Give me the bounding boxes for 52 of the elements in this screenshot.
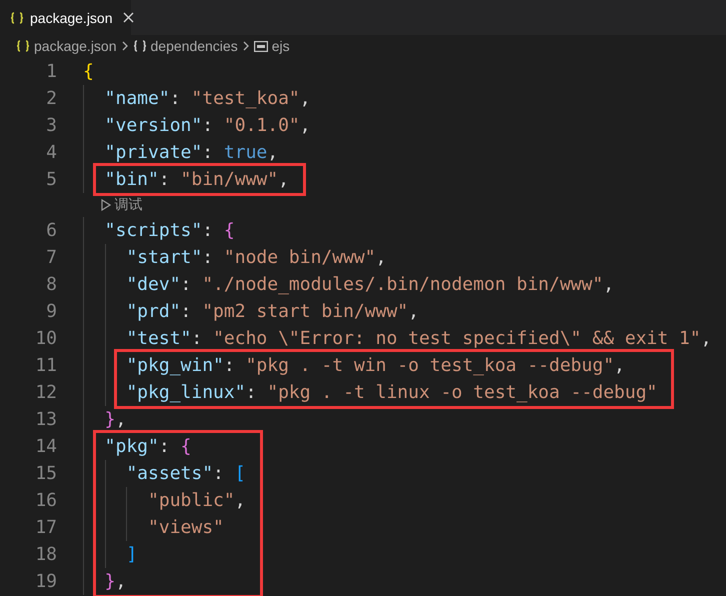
breadcrumb-item[interactable]: package.json: [34, 38, 117, 54]
braces-icon: [132, 40, 147, 52]
line-number: 11: [34, 354, 57, 378]
line-number: 3: [45, 114, 57, 138]
braces-icon: [16, 40, 30, 52]
chevron-icon: [242, 41, 250, 51]
code-line: "pkg_win": "pkg . -t win -o test_koa --debug",: [126, 354, 625, 378]
line-number: 16: [34, 489, 57, 513]
line-number: 10: [34, 327, 57, 351]
chevron-icon: [120, 41, 129, 51]
editor-tab[interactable]: package.json: [0, 0, 131, 35]
tab-title: package.json: [30, 10, 113, 26]
text-icon: [254, 40, 268, 52]
breadcrumb-item[interactable]: dependencies: [150, 38, 238, 54]
code-line: "pkg_linux": "pkg . -t linux -o test_koa --debug": [126, 381, 658, 405]
line-number: 4: [45, 141, 57, 165]
braces-icon: [10, 12, 24, 24]
code-line: "start": "node bin/www",: [126, 246, 386, 270]
code-line: },: [104, 570, 126, 594]
code-line: ]: [126, 543, 138, 567]
code-line: "test": "echo \"Error: no test specified\" && exit 1",: [126, 327, 712, 351]
line-number: 15: [34, 462, 57, 486]
code-line: },: [104, 408, 126, 432]
code-line: "name": "test_koa",: [104, 87, 311, 111]
code-line: "prd": "pm2 start bin/www",: [126, 300, 419, 324]
line-number: 6: [45, 219, 57, 243]
code-line: "views": [148, 516, 224, 540]
code-line: {: [83, 60, 94, 84]
line-number: 5: [45, 168, 57, 192]
code-line: "dev": "./node_modules/.bin/nodemon bin/www",: [126, 273, 614, 297]
line-number: 17: [34, 516, 57, 540]
line-number: 1: [45, 60, 57, 84]
code-line: "assets": [: [126, 462, 246, 486]
code-line: "scripts": {: [104, 219, 235, 243]
line-number: 7: [45, 246, 57, 270]
code-line: "pkg": {: [104, 435, 192, 459]
run-icon[interactable]: [100, 199, 111, 211]
line-number: 19: [34, 570, 57, 594]
breadcrumb-item[interactable]: ejs: [272, 38, 290, 54]
line-number: 9: [45, 300, 57, 324]
close-icon[interactable]: [122, 12, 134, 23]
code-line: "public",: [148, 489, 246, 513]
line-number: 8: [45, 273, 57, 297]
code-line: "private": true,: [104, 141, 278, 165]
line-number: 13: [34, 408, 57, 432]
line-number: 18: [34, 543, 57, 567]
code-line: "version": "0.1.0",: [104, 114, 311, 138]
code-line: "bin": "bin/www",: [104, 168, 289, 192]
line-number: 2: [45, 87, 57, 111]
line-number: 14: [34, 435, 57, 459]
line-number: 12: [34, 381, 57, 405]
codelens-link[interactable]: 调试: [114, 196, 143, 214]
